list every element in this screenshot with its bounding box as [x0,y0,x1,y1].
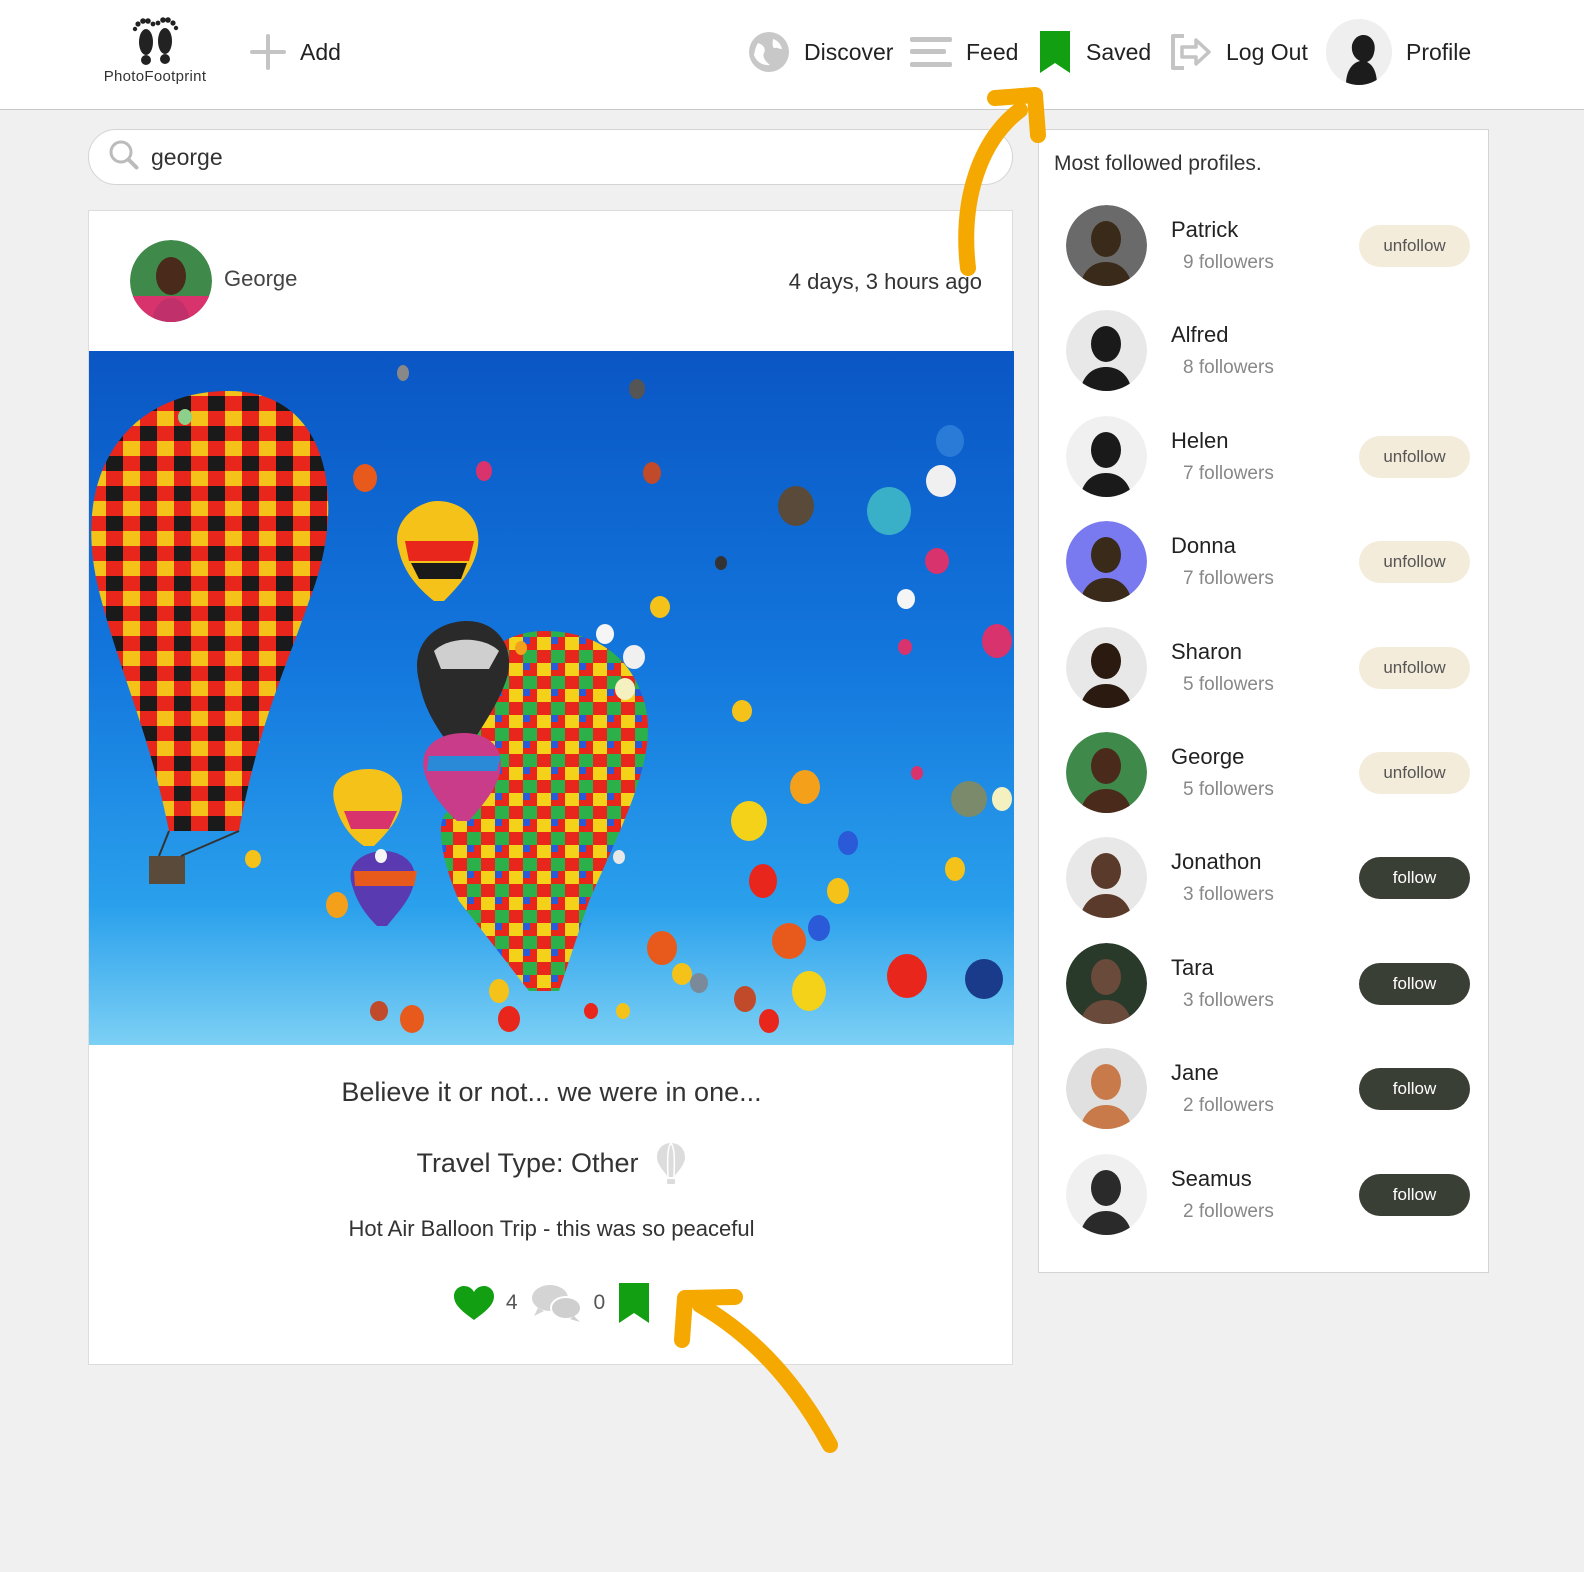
profile-name[interactable]: Sharon [1171,639,1242,665]
nav-add-label: Add [300,38,341,65]
profile-followers: 2 followers [1183,1200,1274,1222]
profile-row: George 5 followers unfollow [1039,732,1488,837]
profile-row: Alfred 8 followers [1039,310,1488,415]
avatar[interactable] [1066,732,1147,813]
profile-followers: 5 followers [1183,673,1274,695]
profile-name[interactable]: Patrick [1171,217,1238,243]
avatar[interactable] [1066,205,1147,286]
balloon-icon [655,1141,687,1185]
unfollow-button[interactable]: unfollow [1359,225,1470,267]
follow-button[interactable]: follow [1359,1068,1470,1111]
footprints-icon [132,17,179,65]
post-photo[interactable] [89,351,1014,1045]
like-count: 4 [505,1291,518,1314]
comment-count: 0 [593,1291,606,1314]
unfollow-button[interactable]: unfollow [1359,752,1470,794]
profile-name[interactable]: Tara [1171,955,1214,981]
profile-name[interactable]: Jonathon [1171,849,1262,875]
post-description: Hot Air Balloon Trip - this was so peace… [348,1216,755,1241]
bookmark-icon[interactable] [617,1281,651,1325]
nav-logout-label: Log Out [1226,38,1308,65]
avatar[interactable] [1066,521,1147,603]
profile-name[interactable]: Donna [1171,533,1236,559]
search-bar[interactable] [88,129,1013,185]
plus-icon [250,34,286,70]
nav-discover-label: Discover [804,38,894,65]
follow-button[interactable]: follow [1359,1173,1470,1216]
post-timestamp: 4 days, 3 hours ago [788,269,982,294]
profile-followers: 5 followers [1183,779,1274,800]
profile-row: Jonathon 3 followers follow [1039,837,1488,942]
profile-row: Patrick 9 followers unfollow [1039,205,1488,310]
profile-row: Helen 7 followers unfollow [1039,415,1488,521]
nav-saved[interactable]: Saved [1038,24,1151,80]
follow-button[interactable]: follow [1359,962,1470,1005]
avatar[interactable] [1066,1153,1147,1235]
profile-followers: 2 followers [1183,1095,1274,1117]
profile-row: Tara 3 followers follow [1039,942,1488,1048]
profile-name[interactable]: George [1171,744,1244,770]
profile-followers: 8 followers [1183,357,1274,379]
travel-type: Travel Type: Other [89,1141,1014,1185]
profile-name[interactable]: Seamus [1171,1166,1252,1192]
profile-followers: 9 followers [1183,252,1274,273]
avatar[interactable] [1066,626,1147,708]
profile-row: Sharon 5 followers unfollow [1039,626,1488,732]
profile-row: Donna 7 followers unfollow [1039,521,1488,626]
avatar [1326,19,1392,85]
nav-feed[interactable]: Feed [910,24,1018,80]
avatar[interactable] [1066,310,1147,392]
top-navbar: PhotoFootprint Add Discover Feed Saved L… [0,0,1584,110]
profile-followers: 3 followers [1183,884,1274,906]
unfollow-button[interactable]: unfollow [1359,646,1470,689]
unfollow-button[interactable]: unfollow [1359,541,1470,584]
follow-button[interactable]: follow [1359,857,1470,900]
nav-saved-label: Saved [1086,38,1152,65]
logo-text: PhotoFootprint [103,68,207,85]
app-logo[interactable]: PhotoFootprint [96,14,214,94]
sidebar-title: Most followed profiles. [1054,152,1262,175]
post-card: George 4 days, 3 hours ago Believe it or… [88,210,1014,1365]
profile-followers: 7 followers [1183,462,1274,484]
search-icon [109,140,139,175]
avatar[interactable] [1066,415,1147,497]
logout-icon [1168,33,1212,71]
unfollow-button[interactable]: unfollow [1359,435,1470,478]
avatar[interactable] [1066,1048,1147,1130]
profile-name[interactable]: Helen [1171,428,1228,454]
menu-lines-icon [910,34,952,70]
nav-add[interactable]: Add [250,24,341,80]
search-input[interactable] [151,143,951,171]
avatar[interactable] [1066,942,1147,1024]
profile-row: Seamus 2 followers follow [1039,1153,1488,1259]
post-author-avatar[interactable] [130,240,212,322]
profile-followers: 7 followers [1183,568,1274,590]
nav-discover[interactable]: Discover [748,24,893,80]
nav-profile[interactable]: Profile [1326,19,1472,85]
nav-logout[interactable]: Log Out [1168,24,1308,80]
heart-icon[interactable] [452,1284,496,1322]
profile-followers: 3 followers [1183,989,1274,1011]
profile-row: Jane 2 followers follow [1039,1048,1488,1153]
post-actions: 4 0 [89,1281,1014,1325]
nav-feed-label: Feed [966,38,1019,65]
nav-profile-label: Profile [1406,38,1472,65]
travel-type-label: Travel Type: Other [416,1147,639,1178]
avatar[interactable] [1066,837,1147,919]
post-author-name[interactable]: George [224,266,297,292]
most-followed-sidebar: Most followed profiles. Patrick 9 followe… [1038,129,1489,1273]
comments-icon[interactable] [530,1282,584,1324]
globe-icon [748,31,790,73]
hot-air-balloons-photo [91,365,1012,1033]
profile-name[interactable]: Alfred [1171,322,1228,348]
profile-name[interactable]: Jane [1171,1060,1219,1086]
post-caption: Believe it or not... we were in one... [341,1077,762,1107]
bookmark-icon [1038,29,1072,75]
